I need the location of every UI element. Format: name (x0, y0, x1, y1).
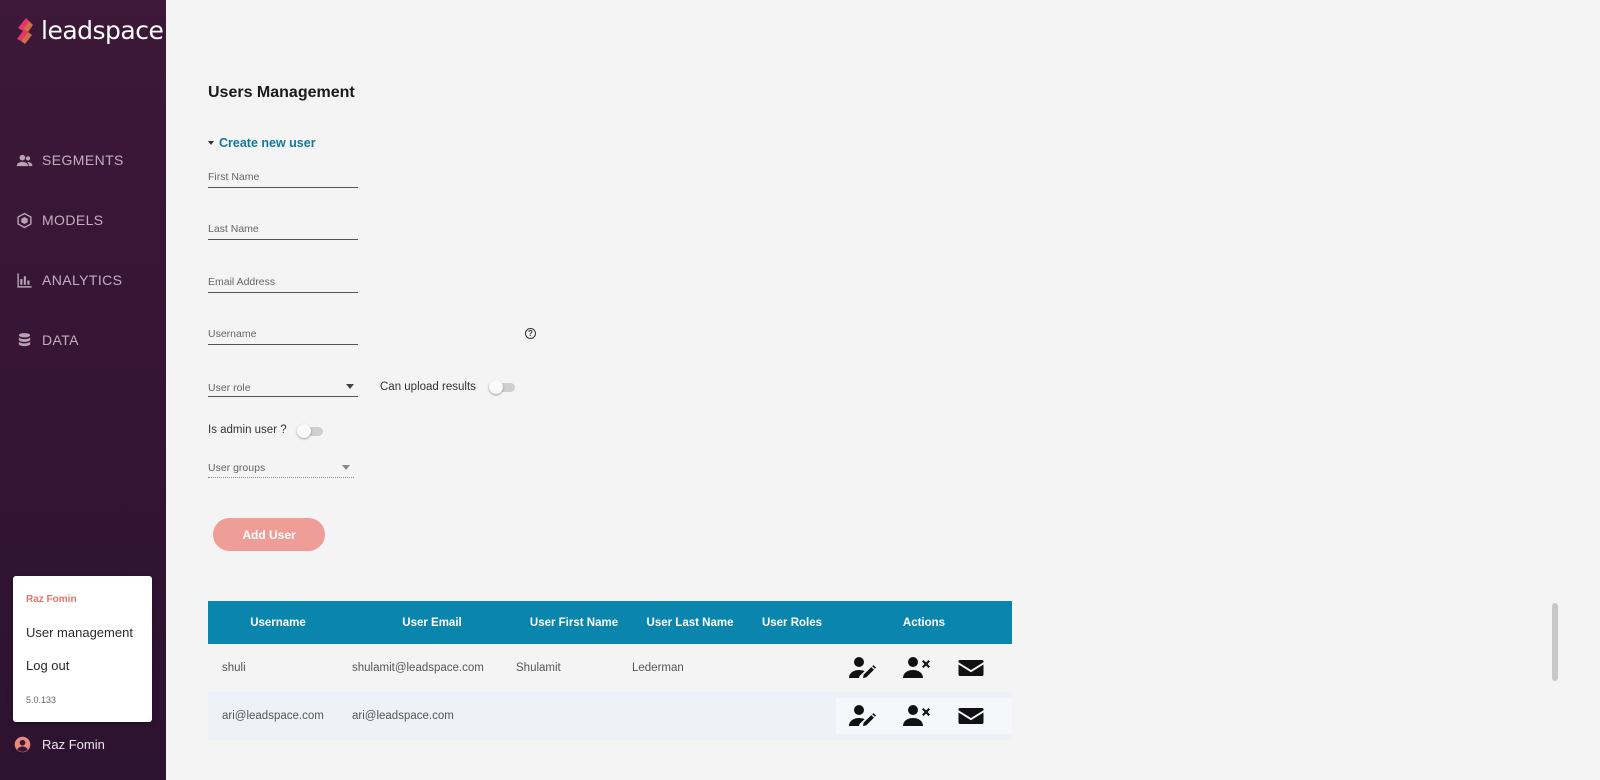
column-header-username[interactable]: Username (208, 617, 348, 629)
user-menu-popup: Raz Fomin User management Log out 5.0.13… (13, 576, 152, 722)
envelope-icon (958, 708, 984, 724)
create-new-user-label: Create new user (219, 136, 316, 150)
edit-user-button[interactable] (836, 650, 890, 686)
table-header: Username User Email User First Name User… (208, 601, 1012, 644)
people-icon (16, 154, 33, 166)
envelope-icon (958, 660, 984, 676)
sidebar-item-label: MODELS (42, 212, 104, 228)
add-user-button[interactable]: Add User (213, 518, 325, 551)
footer-user-name: Raz Fomin (42, 737, 105, 752)
user-role-select[interactable]: User role (208, 375, 358, 397)
cell-actions (836, 650, 1012, 686)
sidebar: leadspace SEGMENTS MODELS ANALYTICS DATA… (0, 0, 166, 780)
user-menu-name: Raz Fomin (26, 594, 77, 605)
sidebar-item-segments[interactable]: SEGMENTS (0, 130, 166, 190)
account-circle-icon (14, 736, 31, 753)
page-title: Users Management (208, 84, 355, 101)
first-name-input[interactable] (208, 166, 358, 187)
first-name-field-wrapper (208, 166, 358, 188)
app-version: 5.0.133 (26, 695, 57, 705)
cell-last-name: Lederman (632, 662, 684, 674)
leadspace-logo-icon (17, 17, 33, 44)
user-remove-icon (903, 657, 930, 678)
cell-email: shulamit@leadspace.com (352, 662, 484, 674)
cube-icon (17, 212, 32, 228)
last-name-input[interactable] (208, 218, 358, 239)
edit-user-button[interactable] (836, 698, 890, 734)
column-header-first-name[interactable]: User First Name (516, 617, 632, 629)
create-new-user-toggle[interactable]: Create new user (208, 136, 316, 150)
user-management-link[interactable]: User management (26, 625, 133, 640)
user-role-placeholder: User role (208, 382, 251, 394)
user-groups-placeholder: User groups (208, 462, 266, 474)
row-actions (836, 650, 1012, 686)
cell-username: shuli (222, 662, 246, 674)
column-header-actions: Actions (902, 616, 946, 629)
is-admin-label: Is admin user ? (208, 424, 287, 436)
column-header-email[interactable]: User Email (348, 617, 516, 629)
database-icon (18, 332, 31, 346)
delete-user-button[interactable] (890, 650, 944, 686)
user-remove-icon (903, 705, 930, 726)
sidebar-item-label: SEGMENTS (42, 152, 124, 168)
sidebar-item-data[interactable]: DATA (0, 310, 166, 370)
delete-user-button[interactable] (890, 698, 944, 734)
dropdown-arrow-icon (346, 384, 354, 389)
can-upload-toggle[interactable] (489, 380, 515, 394)
brand-logo[interactable]: leadspace (14, 16, 164, 45)
cell-actions (836, 698, 1012, 734)
bar-chart-icon (17, 272, 32, 288)
email-user-button[interactable] (944, 698, 998, 734)
user-groups-select[interactable]: User groups (208, 456, 354, 478)
column-header-roles[interactable]: User Roles (748, 617, 836, 629)
can-upload-label: Can upload results (380, 381, 476, 393)
table-row: shuli shulamit@leadspace.com Shulamit Le… (208, 644, 1012, 692)
user-account-button[interactable]: Raz Fomin (14, 736, 105, 753)
cell-email: ari@leadspace.com (352, 710, 454, 722)
cell-first-name: Shulamit (516, 662, 561, 674)
column-header-last-name[interactable]: User Last Name (632, 617, 748, 629)
user-edit-icon (849, 705, 876, 726)
sidebar-item-analytics[interactable]: ANALYTICS (0, 250, 166, 310)
help-icon[interactable]: ? (525, 328, 536, 339)
email-field-wrapper (208, 271, 358, 293)
cell-username: ari@leadspace.com (222, 710, 324, 722)
sidebar-item-label: DATA (42, 332, 79, 348)
sidebar-nav: SEGMENTS MODELS ANALYTICS DATA (0, 130, 166, 370)
table-row: ari@leadspace.com ari@leadspace.com (208, 692, 1012, 740)
last-name-field-wrapper (208, 218, 358, 240)
is-admin-toggle[interactable] (297, 424, 323, 438)
brand-name: leadspace (41, 16, 164, 45)
row-actions (836, 698, 1012, 734)
log-out-link[interactable]: Log out (26, 658, 69, 673)
caret-down-icon (208, 141, 214, 145)
dropdown-arrow-icon (342, 465, 350, 470)
email-input[interactable] (208, 271, 358, 292)
email-user-button[interactable] (944, 650, 998, 686)
users-table: Username User Email User First Name User… (208, 601, 1012, 740)
user-edit-icon (849, 657, 876, 678)
sidebar-item-label: ANALYTICS (42, 272, 123, 288)
vertical-scrollbar[interactable] (1552, 603, 1558, 681)
username-field-wrapper (208, 323, 358, 345)
sidebar-item-models[interactable]: MODELS (0, 190, 166, 250)
username-input[interactable] (208, 323, 358, 344)
main-content: Users Management Create new user ? User … (166, 0, 1600, 780)
